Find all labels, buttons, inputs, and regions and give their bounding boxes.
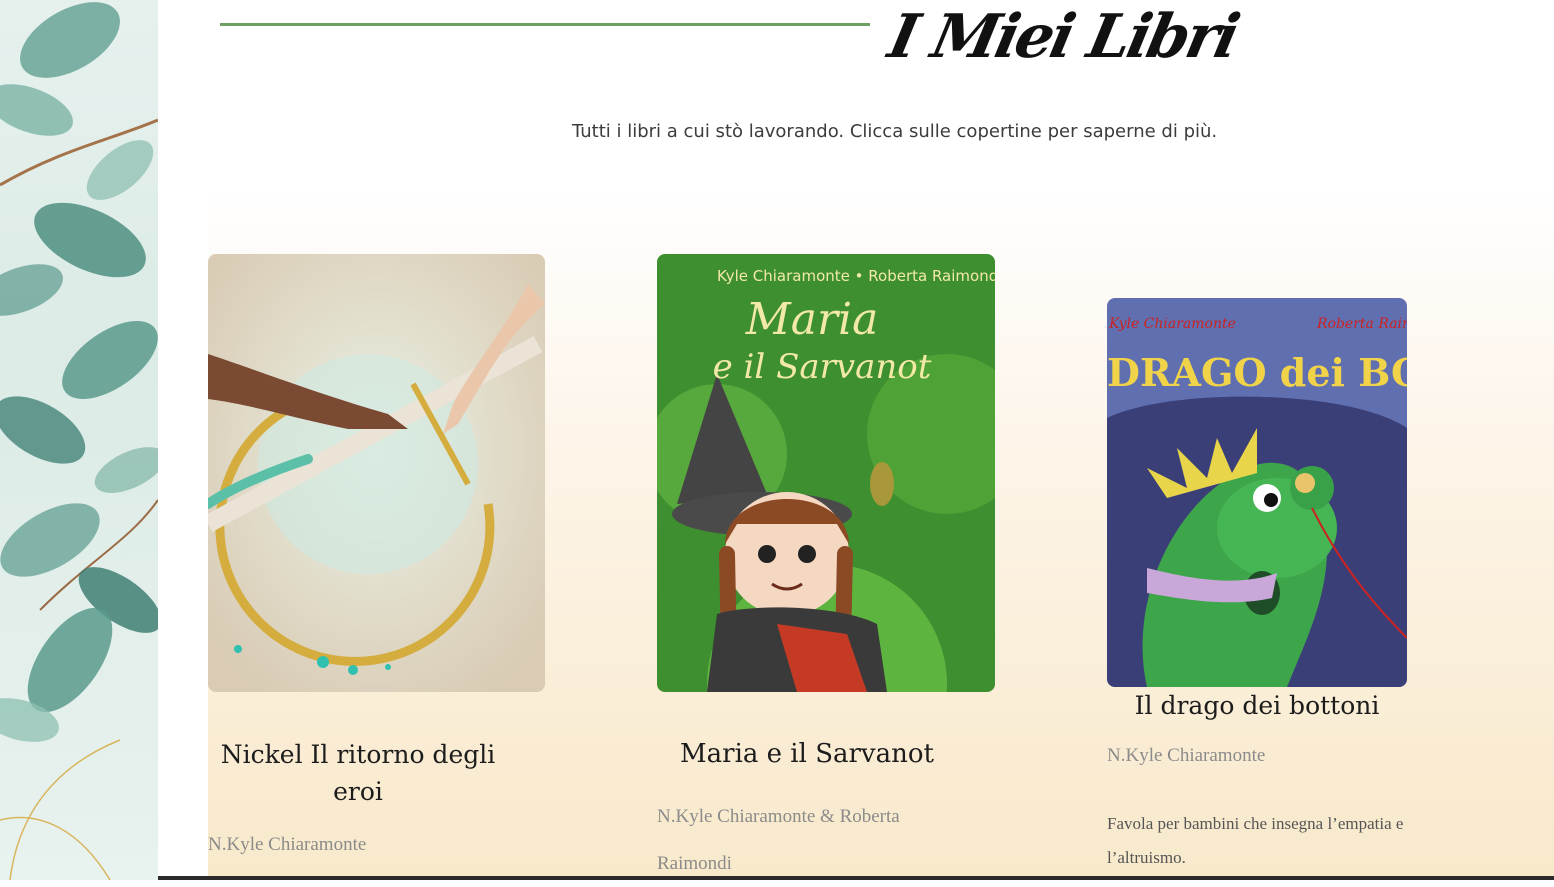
book-author-drago: N.Kyle Chiaramonte bbox=[1107, 745, 1266, 766]
decorative-leaf-panel bbox=[0, 0, 158, 880]
dragon-cover-art: Kyle Chiaramonte Roberta Raimondi DRAGO … bbox=[1107, 298, 1407, 687]
witch-girl-cover-art: Kyle Chiaramonte • Roberta Raimondi Mari… bbox=[657, 254, 995, 692]
book-cover-drago[interactable]: Kyle Chiaramonte Roberta Raimondi DRAGO … bbox=[1107, 298, 1407, 687]
cover-author-right: Roberta Raimondi bbox=[1316, 316, 1407, 332]
cover-title-line2: e il Sarvanot bbox=[713, 347, 932, 387]
book-title-drago[interactable]: Il drago dei bottoni bbox=[1107, 689, 1407, 723]
book-title-maria[interactable]: Maria e il Sarvanot bbox=[657, 737, 957, 771]
book-description-drago: Favola per bambini che insegna l’empatia… bbox=[1107, 814, 1404, 867]
eucalyptus-leaves-illustration bbox=[0, 2, 158, 880]
cover-authors: Kyle Chiaramonte • Roberta Raimondi bbox=[717, 267, 995, 285]
bottom-scrollbar-edge bbox=[158, 876, 1554, 880]
page-subtitle: Tutti i libri a cui stò lavorando. Clicc… bbox=[572, 121, 1218, 142]
cover-author-left: Kyle Chiaramonte bbox=[1108, 316, 1236, 332]
book-author-nickel: N.Kyle Chiaramonte bbox=[208, 834, 367, 855]
book-author-maria: N.Kyle Chiaramonte & Roberta Raimondi bbox=[657, 806, 900, 874]
cover-title-line1: Maria bbox=[745, 294, 879, 345]
page-title: I Miei Libri bbox=[882, 2, 1243, 72]
book-cover-maria[interactable]: Kyle Chiaramonte • Roberta Raimondi Mari… bbox=[657, 254, 995, 692]
sword-and-hands-cover-art bbox=[208, 254, 545, 692]
book-title-nickel[interactable]: Nickel Il ritorno degli eroi bbox=[208, 736, 508, 810]
cover-title: DRAGO dei BOTTONI bbox=[1107, 350, 1407, 395]
book-cover-nickel[interactable] bbox=[208, 254, 545, 692]
header-divider-line bbox=[220, 23, 870, 26]
